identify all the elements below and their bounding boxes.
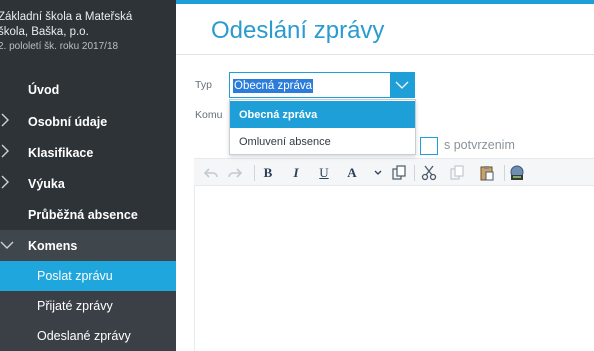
toolbar-separator — [414, 165, 415, 181]
sidebar: Základní škola a Mateřská škola, Baška, … — [0, 0, 176, 351]
confirm-checkbox[interactable] — [420, 137, 438, 155]
sidebar-item-komens[interactable]: Komens — [0, 230, 176, 261]
sidebar-item-osobni-udaje[interactable]: Osobní údaje — [0, 106, 176, 137]
copy-icon[interactable] — [448, 163, 466, 183]
typ-select-value: Obecná zpráva — [233, 79, 313, 93]
undo-icon[interactable] — [202, 163, 220, 183]
sidebar-subitem-label: Poslat zprávu — [37, 269, 113, 283]
typ-select[interactable]: Obecná zpráva — [229, 72, 415, 98]
school-term: 2. pololetí šk. roku 2017/18 — [0, 41, 119, 52]
dropdown-option-omluveni-absence[interactable]: Omluvení absence — [230, 128, 415, 155]
sidebar-item-label: Komens — [28, 238, 78, 253]
title-divider — [176, 54, 594, 55]
sidebar-item-vyuka[interactable]: Výuka — [0, 168, 176, 199]
sidebar-item-label: Průběžná absence — [28, 207, 138, 222]
toolbar-separator — [504, 165, 505, 181]
chevron-right-icon — [0, 175, 14, 193]
toolbar-separator — [254, 165, 255, 181]
message-editor[interactable] — [194, 186, 594, 351]
editor-toolbar: B I U A — [194, 158, 594, 186]
sidebar-item-klasifikace[interactable]: Klasifikace — [0, 137, 176, 168]
dropdown-option-obecna-zprava[interactable]: Obecná zpráva — [230, 101, 415, 128]
font-color-button[interactable]: A — [344, 163, 360, 183]
bold-button[interactable]: B — [260, 163, 276, 183]
chevron-right-icon — [0, 113, 14, 131]
paste-icon[interactable] — [478, 163, 496, 183]
typ-label: Typ — [195, 79, 212, 91]
spellcheck-icon[interactable] — [508, 163, 526, 183]
cut-icon[interactable] — [420, 163, 438, 183]
school-info: Základní škola a Mateřská škola, Baška, … — [0, 10, 176, 54]
underline-button[interactable]: U — [316, 163, 332, 183]
chevron-right-icon — [0, 144, 14, 162]
redo-icon[interactable] — [226, 163, 244, 183]
italic-button[interactable]: I — [288, 163, 304, 183]
typ-dropdown-list: Obecná zpráva Omluvení absence — [229, 99, 416, 155]
sidebar-subitem-poslat-zpravu[interactable]: Poslat zprávu — [0, 261, 176, 291]
sidebar-subitem-label: Odeslané zprávy — [37, 329, 131, 343]
chevron-down-icon — [0, 237, 14, 254]
komu-label: Komu — [195, 109, 223, 121]
sidebar-subitem-prijate-zpravy[interactable]: Přijaté zprávy — [0, 291, 176, 321]
school-name-line1: Základní škola a Mateřská — [0, 11, 133, 23]
sidebar-subitem-label: Přijaté zprávy — [37, 299, 113, 313]
sidebar-item-label: Klasifikace — [28, 145, 94, 160]
sidebar-item-label: Úvod — [28, 82, 60, 97]
sidebar-item-prubezna-absence[interactable]: Průběžná absence — [0, 199, 176, 230]
sidebar-subitem-odeslane-zpravy[interactable]: Odeslané zprávy — [0, 321, 176, 351]
school-name-line2: škola, Baška, p.o. — [0, 26, 89, 38]
confirm-label: s potvrzenim — [444, 138, 515, 152]
sidebar-item-label: Osobní údaje — [28, 114, 108, 129]
sidebar-item-uvod[interactable]: Úvod — [0, 74, 176, 105]
chevron-down-icon[interactable] — [372, 163, 384, 183]
copy-format-icon[interactable] — [390, 163, 408, 183]
sidebar-item-label: Výuka — [28, 176, 65, 191]
chevron-down-icon[interactable] — [390, 73, 414, 97]
page-title: Odeslání zprávy — [211, 17, 385, 44]
